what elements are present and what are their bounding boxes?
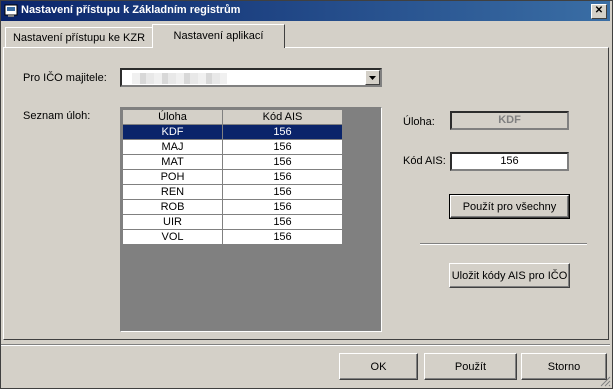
- ok-button[interactable]: OK: [339, 353, 418, 380]
- redacted-value: [132, 73, 227, 84]
- task-cell: ROB: [122, 199, 223, 215]
- task-cell: MAJ: [122, 139, 223, 155]
- ais-cell: 156: [222, 229, 343, 245]
- cancel-button[interactable]: Storno: [521, 353, 607, 380]
- tab-app-settings[interactable]: Nastavení aplikací: [152, 24, 285, 48]
- task-label: Úloha:: [403, 116, 435, 128]
- footer-divider: [1, 344, 610, 346]
- task-cell: VOL: [122, 229, 223, 245]
- task-cell: REN: [122, 184, 223, 200]
- resize-grip-icon[interactable]: [600, 376, 611, 387]
- ico-label: Pro IČO majitele:: [23, 72, 107, 84]
- task-cell: UIR: [122, 214, 223, 230]
- button-label: OK: [370, 360, 387, 373]
- ais-cell: 156: [222, 199, 343, 215]
- close-icon: ✕: [594, 5, 604, 16]
- button-label: Uložit kódy AIS pro IČO: [451, 269, 568, 282]
- table-row[interactable]: UIR 156: [122, 214, 343, 230]
- dropdown-button[interactable]: [365, 70, 380, 85]
- tab-label: Nastavení přístupu ke KZR: [12, 32, 146, 44]
- ais-cell: 156: [222, 214, 343, 230]
- tab-label: Nastavení aplikací: [173, 30, 264, 42]
- ais-cell: 156: [222, 154, 343, 170]
- column-header-task[interactable]: Úloha: [122, 109, 223, 125]
- tab-join: [153, 46, 282, 48]
- ais-cell: 156: [222, 169, 343, 185]
- ais-code-field[interactable]: 156: [450, 152, 569, 171]
- table-row[interactable]: ROB 156: [122, 199, 343, 215]
- ais-cell: 156: [222, 184, 343, 200]
- ais-cell: 156: [222, 139, 343, 155]
- task-list-label: Seznam úloh:: [23, 110, 91, 122]
- apply-all-button[interactable]: Použít pro všechny: [449, 194, 570, 219]
- task-cell: KDF: [122, 124, 223, 140]
- button-label: Použít pro všechny: [462, 200, 557, 213]
- title-bar[interactable]: Nastavení přístupu k Základním registrům…: [1, 1, 610, 21]
- save-ais-codes-button[interactable]: Uložit kódy AIS pro IČO: [449, 263, 570, 288]
- table-row[interactable]: MAJ 156: [122, 139, 343, 155]
- column-header-ais[interactable]: Kód AIS: [222, 109, 343, 125]
- task-table: Úloha Kód AIS KDF 156 MAJ 156 MAT 156 POH 15…: [122, 109, 343, 245]
- separator: [420, 243, 587, 245]
- table-row[interactable]: KDF 156: [122, 124, 343, 140]
- task-grid[interactable]: Úloha Kód AIS KDF 156 MAJ 156 MAT 156 POH 15…: [120, 107, 382, 332]
- table-row[interactable]: POH 156: [122, 169, 343, 185]
- table-row[interactable]: REN 156: [122, 184, 343, 200]
- task-cell: MAT: [122, 154, 223, 170]
- tab-kzr-access[interactable]: Nastavení přístupu ke KZR: [5, 27, 153, 48]
- app-icon: [4, 4, 18, 17]
- apply-button[interactable]: Použít: [424, 353, 517, 380]
- ais-label: Kód AIS:: [403, 155, 446, 167]
- table-row[interactable]: MAT 156: [122, 154, 343, 170]
- task-field: KDF: [450, 111, 569, 130]
- close-button[interactable]: ✕: [591, 4, 607, 19]
- chevron-down-icon: [369, 76, 376, 80]
- ais-cell: 156: [222, 124, 343, 140]
- table-row[interactable]: VOL 156: [122, 229, 343, 245]
- grid-header: Úloha Kód AIS: [122, 109, 343, 125]
- task-cell: POH: [122, 169, 223, 185]
- ico-select[interactable]: [120, 68, 382, 87]
- button-label: Použít: [454, 360, 487, 373]
- button-label: Storno: [547, 360, 581, 373]
- window-title: Nastavení přístupu k Základním registrům: [21, 4, 241, 16]
